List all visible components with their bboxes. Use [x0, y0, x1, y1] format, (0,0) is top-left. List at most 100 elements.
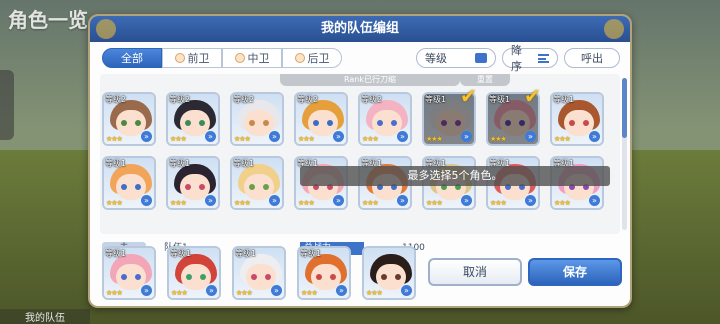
portrait-eye	[455, 120, 461, 126]
character-card[interactable]: 等级2 ★★★ »	[166, 92, 220, 146]
character-level: 等级1	[425, 95, 447, 104]
dialog-header: 我的队伍编组	[90, 16, 630, 42]
selected-check-icon: ✔	[524, 84, 541, 108]
character-level: 等级1	[233, 159, 255, 168]
detail-chevron-icon[interactable]: »	[205, 195, 216, 206]
portrait-eye	[251, 274, 257, 280]
portrait-eye	[135, 120, 141, 126]
character-grid[interactable]: Rank已行刀缩 重置 等级2 ★★★» 等级2 ★★★» 等级2 ★★★» 等级2 ★★★»…	[100, 74, 620, 234]
detail-chevron-icon[interactable]: »	[205, 131, 216, 142]
star-rating: ★★★	[298, 199, 315, 207]
detail-chevron-icon[interactable]: »	[269, 195, 280, 206]
portrait-eye	[395, 274, 401, 280]
team-slot-card[interactable]: ★★★ »	[362, 246, 416, 300]
star-rating: ★★★	[490, 199, 507, 207]
character-card[interactable]: 等级2 ★★★ »	[294, 92, 348, 146]
team-slot-card[interactable]: 等级1 ★★★ »	[232, 246, 286, 300]
tab-back-label: 后卫	[307, 52, 330, 65]
header-ornament-left-icon	[96, 19, 116, 39]
header-ornament-right-icon	[604, 19, 624, 39]
character-card[interactable]: 等级1 ★★★ »	[230, 156, 284, 210]
detail-chevron-icon[interactable]: »	[141, 131, 152, 142]
tab-all-label: 全部	[121, 52, 143, 65]
character-level: 等级1	[300, 249, 322, 258]
front-position-icon	[174, 53, 185, 63]
level-toggle-button[interactable]: 等级	[416, 48, 496, 68]
detail-chevron-icon[interactable]: »	[397, 131, 408, 142]
detail-chevron-icon[interactable]: »	[525, 195, 536, 206]
tab-front[interactable]: 前卫	[162, 48, 222, 68]
cancel-button[interactable]: 取消	[428, 258, 522, 286]
character-card[interactable]: 等级1 ★★★ »	[550, 92, 604, 146]
star-rating: ★★★	[170, 135, 187, 143]
detail-chevron-icon[interactable]: »	[206, 285, 217, 296]
character-card[interactable]: 等级1 ★★★ »	[166, 156, 220, 210]
portrait-eye	[185, 184, 191, 190]
tab-front-label: 前卫	[187, 52, 210, 65]
team-slot-card[interactable]: 等级1 ★★★ »	[102, 246, 156, 300]
grid-scrollbar-thumb[interactable]	[622, 78, 627, 138]
call-button[interactable]: 呼出	[564, 48, 620, 68]
portrait-eye	[186, 274, 192, 280]
detail-chevron-icon[interactable]: »	[269, 131, 280, 142]
character-level: 等级1	[235, 249, 257, 258]
tab-all[interactable]: 全部	[102, 48, 162, 68]
detail-chevron-icon[interactable]: »	[333, 131, 344, 142]
grid-scrollbar[interactable]	[622, 78, 627, 230]
sort-order-button[interactable]: 降序	[502, 44, 558, 73]
portrait-eye	[263, 120, 269, 126]
detail-chevron-icon[interactable]: »	[589, 131, 600, 142]
portrait-eye	[330, 274, 336, 280]
star-rating: ★★★	[106, 289, 123, 297]
detail-chevron-icon[interactable]: »	[336, 285, 347, 296]
portrait-eye	[569, 120, 575, 126]
position-filter-tabs: 全部 前卫 中卫 后卫	[102, 48, 342, 68]
detail-chevron-icon[interactable]: »	[397, 195, 408, 206]
character-level: 等级1	[489, 95, 511, 104]
portrait-eye	[199, 184, 205, 190]
character-level: 等级1	[169, 159, 191, 168]
star-rating: ★★★	[298, 135, 315, 143]
character-level: 等级1	[170, 249, 192, 258]
character-card[interactable]: 等级2 ★★★ »	[358, 92, 412, 146]
side-collapse-handle[interactable]	[0, 70, 14, 140]
portrait-eye	[199, 120, 205, 126]
portrait-eye	[135, 184, 141, 190]
detail-chevron-icon[interactable]: »	[461, 131, 472, 142]
star-rating: ★★★	[426, 199, 443, 207]
star-rating: ★★★	[301, 289, 318, 297]
selected-check-icon: ✔	[460, 84, 477, 108]
call-label: 呼出	[581, 52, 603, 65]
star-rating: ★★★	[234, 199, 251, 207]
detail-chevron-icon[interactable]: »	[525, 131, 536, 142]
character-card[interactable]: 等级2 ★★★ »	[230, 92, 284, 146]
star-rating: ★★★	[106, 135, 123, 143]
portrait-eye	[583, 120, 589, 126]
tab-middle[interactable]: 中卫	[222, 48, 282, 68]
star-rating: ★★★	[366, 289, 383, 297]
save-button[interactable]: 保存	[528, 258, 622, 286]
detail-chevron-icon[interactable]: »	[401, 285, 412, 296]
character-card[interactable]: 等级1 ★★★ »	[102, 156, 156, 210]
team-slot-card[interactable]: 等级1 ★★★ »	[167, 246, 221, 300]
character-level: 等级2	[297, 95, 319, 104]
portrait-eye	[265, 274, 271, 280]
portrait-eye	[441, 120, 447, 126]
character-level: 等级1	[553, 95, 575, 104]
detail-chevron-icon[interactable]: »	[141, 195, 152, 206]
detail-chevron-icon[interactable]: »	[589, 195, 600, 206]
background-page-title: 角色一览	[8, 6, 88, 32]
portrait-eye	[316, 274, 322, 280]
detail-chevron-icon[interactable]: »	[271, 285, 282, 296]
detail-chevron-icon[interactable]: »	[141, 285, 152, 296]
tab-back[interactable]: 后卫	[282, 48, 342, 68]
middle-position-icon	[234, 53, 245, 63]
character-level: 等级2	[169, 95, 191, 104]
detail-chevron-icon[interactable]: »	[461, 195, 472, 206]
character-card[interactable]: 等级2 ★★★ »	[102, 92, 156, 146]
team-edit-dialog: 我的队伍编组 全部 前卫 中卫 后卫 等级 降序 呼出 Rank已行刀缩 重置 …	[88, 14, 632, 308]
star-rating: ★★★	[106, 199, 123, 207]
team-slot-card[interactable]: 等级1 ★★★ »	[297, 246, 351, 300]
star-rating: ★★★	[426, 135, 443, 143]
detail-chevron-icon[interactable]: »	[333, 195, 344, 206]
